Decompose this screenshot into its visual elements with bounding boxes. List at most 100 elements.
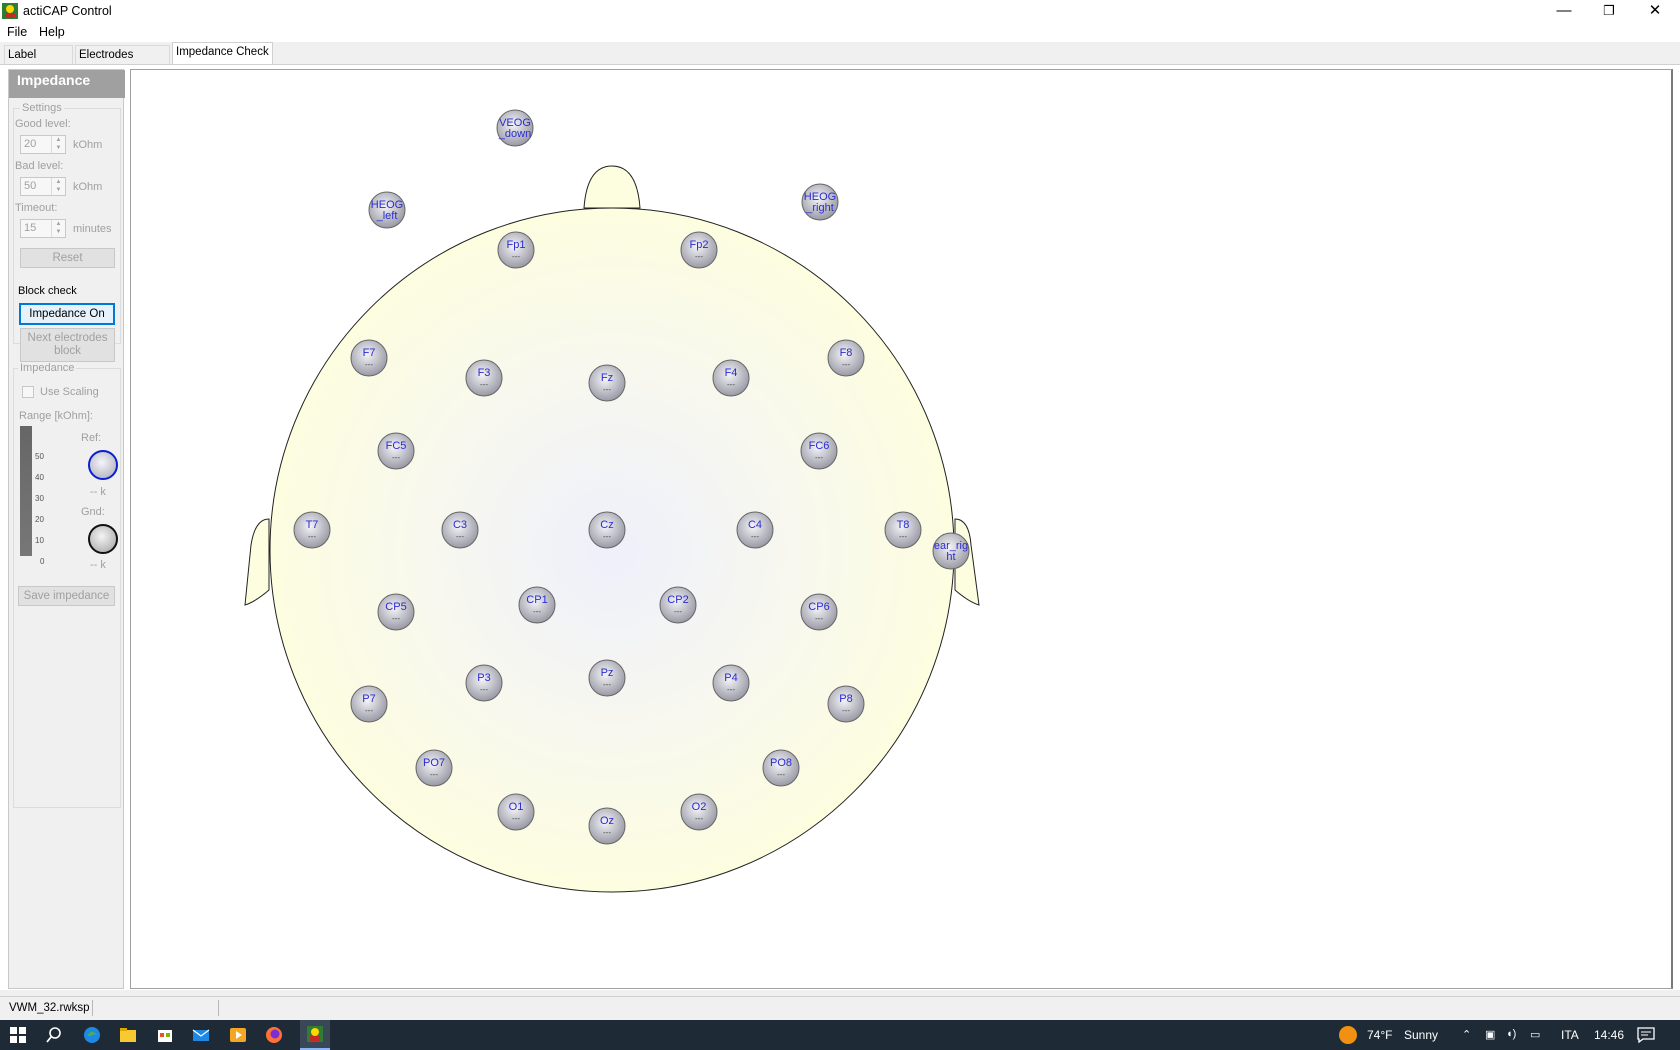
left-ear-shape <box>244 518 270 606</box>
electrode-heog-right[interactable]: HEOG_right <box>801 183 839 221</box>
volume-icon[interactable]: ◖) <box>1506 1028 1516 1040</box>
electrode-f8[interactable]: F8--- <box>827 339 865 377</box>
title-bar: actiCAP Control — ❐ ✕ <box>0 0 1680 22</box>
use-scaling-checkbox[interactable] <box>22 386 34 398</box>
electrode-value: --- <box>815 453 823 462</box>
timeout-spinner[interactable]: 15 ▲ ▼ <box>20 219 66 238</box>
electrode-fp2[interactable]: Fp2--- <box>680 231 718 269</box>
head-outline <box>269 207 955 893</box>
good-level-value: 20 <box>24 138 37 150</box>
electrode-value: --- <box>512 252 520 261</box>
tab-label-check[interactable]: Label Check <box>4 45 73 79</box>
electrode-cp1[interactable]: CP1--- <box>518 586 556 624</box>
electrode-oz[interactable]: Oz--- <box>588 807 626 845</box>
electrode-fp1[interactable]: Fp1--- <box>497 231 535 269</box>
nose-shape <box>583 165 641 209</box>
electrode-t8[interactable]: T8--- <box>884 511 922 549</box>
window-title: actiCAP Control <box>23 4 112 18</box>
spinner-arrows-icon[interactable]: ▲ ▼ <box>51 178 65 195</box>
timeout-unit: minutes <box>73 223 112 235</box>
electrode-value: --- <box>456 532 464 541</box>
electrode-f3[interactable]: F3--- <box>465 359 503 397</box>
electrode-p7[interactable]: P7--- <box>350 685 388 723</box>
notifications-icon[interactable] <box>1637 1027 1655 1043</box>
language-indicator[interactable]: ITA <box>1561 1028 1579 1042</box>
electrode-cp6[interactable]: CP6--- <box>800 593 838 631</box>
bad-level-spinner[interactable]: 50 ▲ ▼ <box>20 177 66 196</box>
save-impedance-button[interactable]: Save impedance <box>18 586 115 606</box>
electrode-po7[interactable]: PO7--- <box>415 749 453 787</box>
electrode-label: O2 <box>692 801 707 813</box>
acticap-icon <box>307 1026 323 1042</box>
minimize-button[interactable]: — <box>1541 0 1587 22</box>
firefox-icon[interactable] <box>264 1025 284 1045</box>
search-icon[interactable] <box>44 1025 64 1045</box>
electrode-f7[interactable]: F7--- <box>350 339 388 377</box>
tab-electrodes-groups[interactable]: Electrodes Groups <box>75 45 170 79</box>
bad-level-label: Bad level: <box>15 160 64 172</box>
good-level-label: Good level: <box>15 118 71 130</box>
status-divider <box>218 1000 219 1016</box>
gnd-electrode[interactable] <box>88 524 118 554</box>
electrode-value: ht <box>946 551 955 563</box>
windows-start-icon[interactable] <box>8 1025 28 1045</box>
electrode-veog-down[interactable]: VEOG_down <box>496 109 534 147</box>
electrode-cp5[interactable]: CP5--- <box>377 593 415 631</box>
electrode-f4[interactable]: F4--- <box>712 359 750 397</box>
electrode-heog-left[interactable]: HEOG_left <box>368 191 406 229</box>
good-level-spinner[interactable]: 20 ▲ ▼ <box>20 135 66 154</box>
electrode-fz[interactable]: Fz--- <box>588 364 626 402</box>
impedance-on-button[interactable]: Impedance On <box>19 303 115 325</box>
electrode-cz[interactable]: Cz--- <box>588 511 626 549</box>
electrode-c4[interactable]: C4--- <box>736 511 774 549</box>
use-scaling-label: Use Scaling <box>40 386 99 398</box>
electrode-cp2[interactable]: CP2--- <box>659 586 697 624</box>
electrode-label: O1 <box>509 801 524 813</box>
media-player-icon[interactable] <box>228 1025 248 1045</box>
electrode-t7[interactable]: T7--- <box>293 511 331 549</box>
close-button[interactable]: ✕ <box>1632 0 1678 22</box>
ref-electrode[interactable] <box>88 450 118 480</box>
edge-icon[interactable] <box>82 1025 102 1045</box>
electrode-fc5[interactable]: FC5--- <box>377 432 415 470</box>
electrode-value: _right <box>805 202 834 214</box>
meet-now-icon[interactable]: ▣ <box>1485 1028 1495 1041</box>
tab-impedance-check[interactable]: Impedance Check <box>172 42 273 64</box>
electrode-c3[interactable]: C3--- <box>441 511 479 549</box>
ref-value: -- k <box>90 486 106 498</box>
menu-bar: File Help <box>0 22 1680 42</box>
electrode-value: --- <box>751 532 759 541</box>
electrode-value: --- <box>392 614 400 623</box>
electrode-ear-right[interactable]: ear_right <box>932 532 970 570</box>
restore-button[interactable]: ❐ <box>1586 0 1632 22</box>
file-explorer-icon[interactable] <box>118 1025 138 1045</box>
electrode-p3[interactable]: P3--- <box>465 664 503 702</box>
chevron-up-icon[interactable]: ⌃ <box>1462 1028 1471 1041</box>
next-electrodes-block-button[interactable]: Next electrodes block <box>20 328 115 362</box>
menu-file[interactable]: File <box>7 25 27 39</box>
clock[interactable]: 14:46 <box>1594 1028 1624 1042</box>
electrode-label: FC5 <box>386 440 407 452</box>
bad-level-value: 50 <box>24 180 37 192</box>
gnd-label: Gnd: <box>81 506 105 518</box>
electrode-label: PO7 <box>423 757 445 769</box>
store-icon[interactable] <box>155 1025 175 1045</box>
mail-icon[interactable] <box>191 1025 211 1045</box>
electrode-p8[interactable]: P8--- <box>827 685 865 723</box>
electrode-p4[interactable]: P4--- <box>712 664 750 702</box>
weather-sun-icon[interactable] <box>1338 1025 1358 1045</box>
electrode-fc6[interactable]: FC6--- <box>800 432 838 470</box>
weather-text[interactable]: Sunny <box>1404 1028 1438 1042</box>
electrode-po8[interactable]: PO8--- <box>762 749 800 787</box>
network-icon[interactable]: ▭ <box>1530 1028 1540 1041</box>
menu-help[interactable]: Help <box>39 25 65 39</box>
electrode-o2[interactable]: O2--- <box>680 793 718 831</box>
spinner-arrows-icon[interactable]: ▲ ▼ <box>51 220 65 237</box>
reset-button[interactable]: Reset <box>20 248 115 268</box>
spinner-arrows-icon[interactable]: ▲ ▼ <box>51 136 65 153</box>
weather-temp[interactable]: 74°F <box>1367 1028 1392 1042</box>
electrode-pz[interactable]: Pz--- <box>588 659 626 697</box>
electrode-o1[interactable]: O1--- <box>497 793 535 831</box>
taskbar-active-app[interactable] <box>300 1020 330 1050</box>
electrode-label: Fp1 <box>507 239 526 251</box>
